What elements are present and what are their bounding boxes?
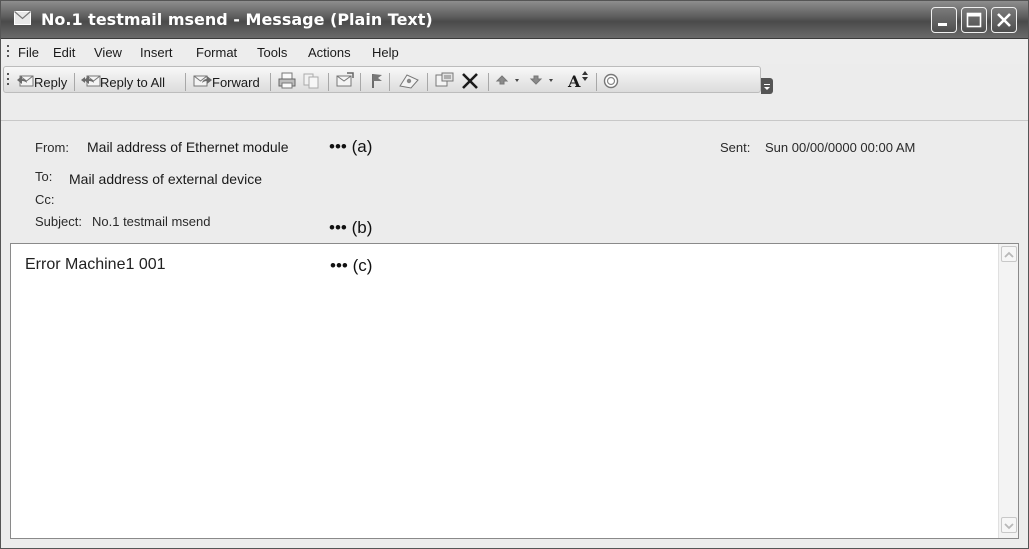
annotation-a: ••• (a) — [329, 137, 373, 156]
minimize-icon — [938, 23, 947, 26]
close-icon — [997, 13, 1011, 27]
chevron-down-icon — [1004, 523, 1014, 530]
toolbar-separator — [488, 73, 489, 91]
annotation-c: ••• (c) — [330, 256, 373, 275]
menu-insert[interactable]: Insert — [140, 45, 173, 60]
toolbar-separator — [74, 73, 75, 91]
next-item-icon[interactable] — [529, 72, 557, 88]
chevron-up-icon — [1004, 251, 1014, 258]
menu-view[interactable]: View — [94, 45, 122, 60]
toolbar-separator — [389, 73, 390, 91]
delete-icon[interactable] — [460, 72, 480, 90]
message-window: No.1 testmail msend - Message (Plain Tex… — [0, 0, 1029, 549]
message-body[interactable]: Error Machine1 001 ••• (c) — [10, 243, 1019, 539]
menu-edit[interactable]: Edit — [53, 45, 75, 60]
toolbar-separator — [328, 73, 329, 91]
cc-label: Cc: — [35, 192, 55, 207]
forward-button[interactable]: Forward — [212, 75, 260, 90]
scroll-up-button[interactable] — [1001, 246, 1017, 262]
sent-label: Sent: — [720, 140, 751, 155]
move-to-folder-icon[interactable] — [335, 72, 355, 89]
menu-tools[interactable]: Tools — [257, 45, 287, 60]
from-value[interactable]: Mail address of Ethernet module — [87, 139, 289, 155]
flag-icon[interactable] — [368, 72, 384, 89]
scroll-down-button[interactable] — [1001, 517, 1017, 533]
menu-actions[interactable]: Actions — [308, 45, 351, 60]
close-button[interactable] — [991, 7, 1017, 33]
window-title: No.1 testmail msend - Message (Plain Tex… — [41, 10, 433, 29]
menu-bar: File Edit View Insert Format Tools Actio… — [1, 40, 1028, 64]
reply-to-all-button[interactable]: Reply to All — [100, 75, 165, 90]
print-icon[interactable] — [277, 72, 297, 89]
previous-item-icon[interactable] — [495, 72, 523, 88]
subject-label: Subject: — [35, 214, 82, 229]
toolbar-strip: Reply Reply to All Forward A — [3, 66, 761, 93]
font-size-button[interactable]: A — [568, 72, 580, 91]
toolbar-separator — [270, 73, 271, 91]
toolbar-separator — [427, 73, 428, 91]
subject-value: No.1 testmail msend — [92, 214, 211, 229]
increase-arrow-icon — [582, 71, 588, 81]
toolbar-separator — [596, 73, 597, 91]
categorize-icon[interactable] — [434, 72, 456, 89]
reply-button[interactable]: Reply — [34, 75, 67, 90]
annotation-b: ••• (b) — [329, 218, 373, 237]
toolbar-separator — [185, 73, 186, 91]
standard-toolbar: Reply Reply to All Forward A — [1, 64, 1028, 120]
message-header: From: Mail address of Ethernet module ••… — [1, 120, 1028, 242]
sent-value: Sun 00/00/0000 00:00 AM — [765, 140, 916, 155]
maximize-button[interactable] — [961, 7, 987, 33]
title-bar[interactable]: No.1 testmail msend - Message (Plain Tex… — [1, 1, 1028, 39]
toolbar-separator — [360, 73, 361, 91]
minimize-button[interactable] — [931, 7, 957, 33]
menu-format[interactable]: Format — [196, 45, 237, 60]
help-icon[interactable] — [603, 73, 619, 89]
envelope-icon — [14, 11, 31, 25]
to-value[interactable]: Mail address of external device — [69, 171, 262, 187]
forward-icon — [193, 75, 212, 87]
to-label: To: — [35, 169, 53, 184]
toolbar-grip-icon — [7, 73, 9, 85]
menu-help[interactable]: Help — [372, 45, 399, 60]
reply-icon — [17, 75, 34, 87]
chevron-down-icon — [764, 84, 770, 90]
toolbar-overflow-button[interactable] — [761, 78, 773, 94]
copy-icon[interactable] — [302, 72, 322, 89]
menu-file[interactable]: File — [18, 45, 39, 60]
maximize-icon — [966, 12, 982, 28]
reply-all-icon — [81, 75, 101, 87]
menu-grip-icon — [7, 45, 9, 57]
address-book-icon[interactable] — [398, 72, 420, 89]
body-text: Error Machine1 001 — [25, 256, 166, 273]
from-label: From: — [35, 140, 69, 155]
vertical-scrollbar[interactable] — [998, 244, 1018, 538]
